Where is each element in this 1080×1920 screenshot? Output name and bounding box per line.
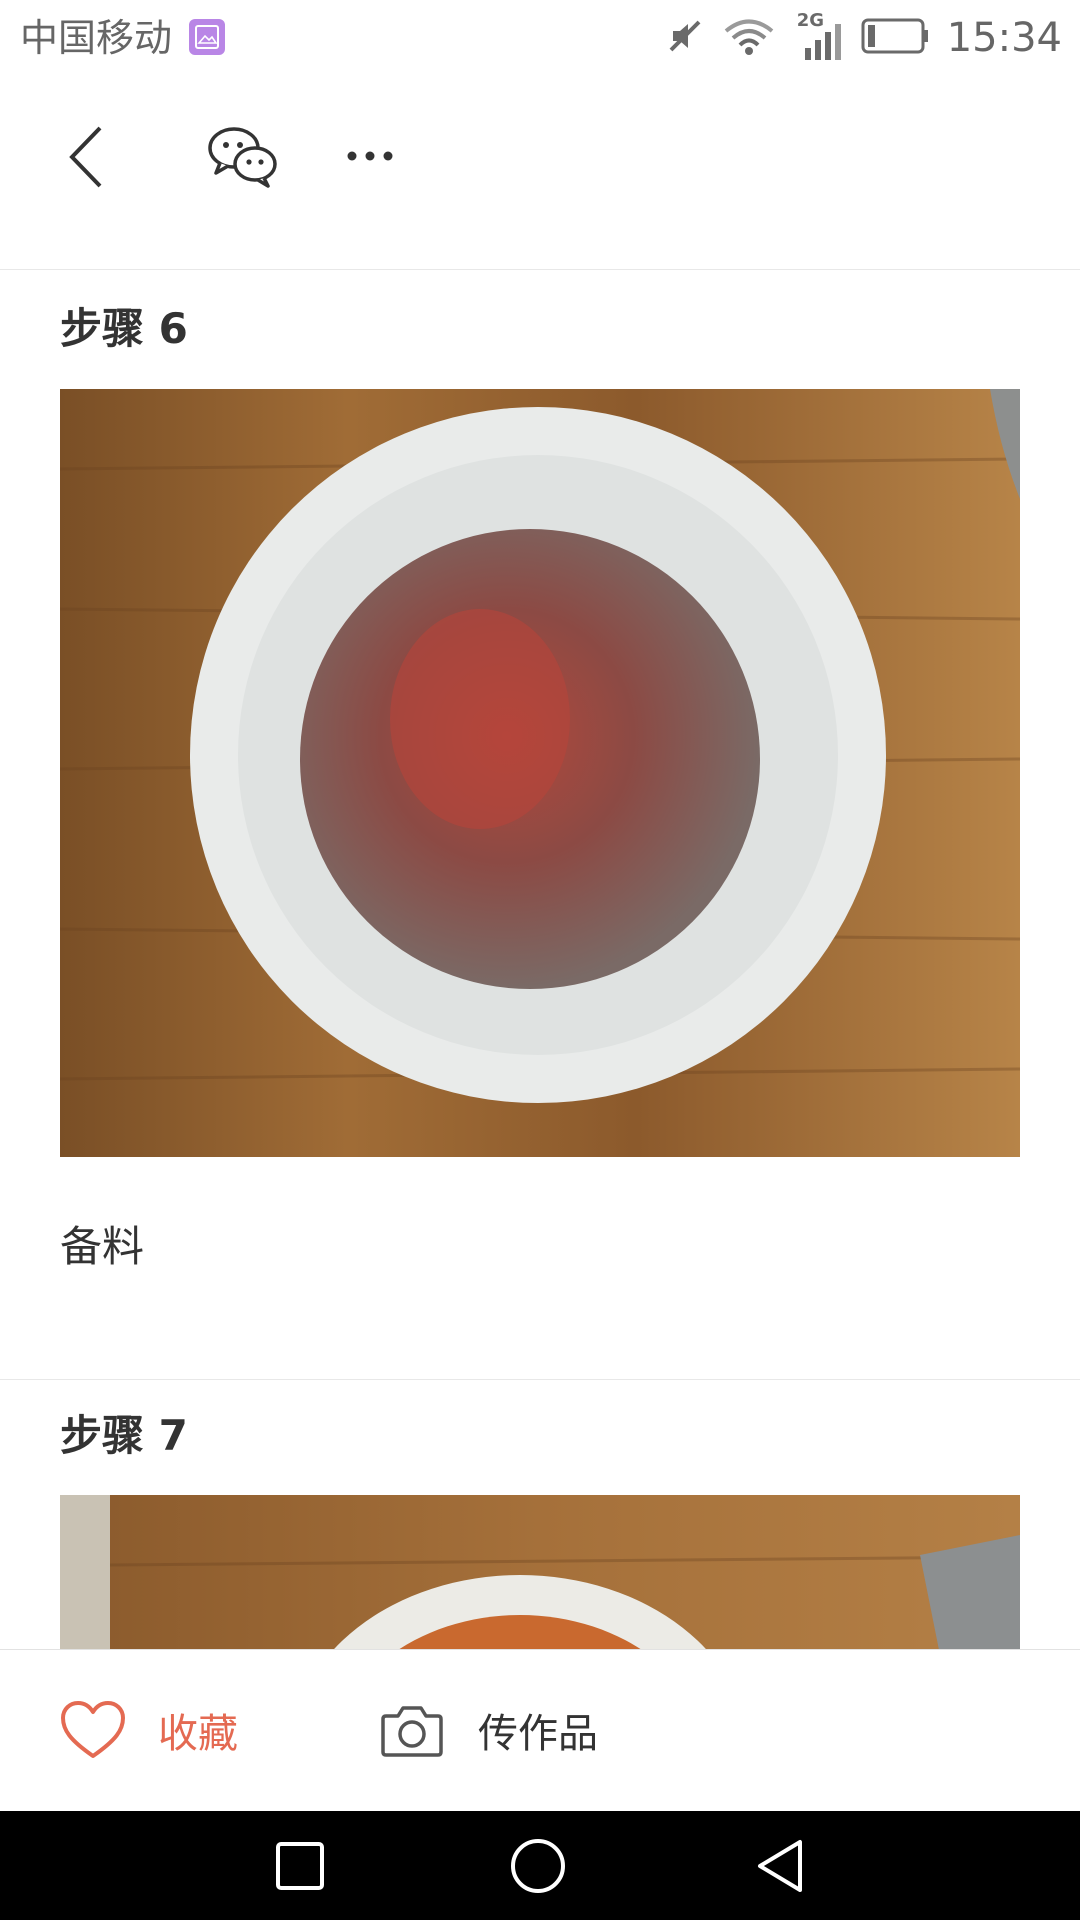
heart-icon	[61, 1701, 125, 1758]
app-header	[0, 76, 1080, 270]
status-icons: 2G 15:34	[665, 10, 1062, 64]
signal-icon: 2G	[793, 10, 843, 64]
back-triangle-icon	[758, 1840, 802, 1892]
step-card: 步骤 6 备料	[0, 271, 1080, 1380]
mute-icon	[665, 16, 705, 60]
upload-work-label: 传作品	[478, 1711, 598, 1757]
recent-apps-icon	[276, 1842, 324, 1890]
wechat-share-button[interactable]	[206, 124, 280, 188]
back-arrow-icon	[69, 126, 102, 188]
carrier-name: 中国移动	[20, 16, 173, 60]
status-bar: 中国移动 2G 15:34	[0, 0, 1080, 76]
step-description: 备料	[60, 1222, 145, 1271]
home-icon	[511, 1839, 565, 1893]
gallery-icon	[189, 19, 225, 55]
battery-icon	[861, 18, 929, 58]
recipe-steps: 步骤 6 备料 步骤 7	[0, 271, 1080, 1649]
favorite-button[interactable]: 收藏	[60, 1690, 238, 1770]
upload-work-button[interactable]: 传作品	[380, 1690, 598, 1770]
camera-icon	[381, 1706, 443, 1757]
wechat-icon	[208, 127, 277, 188]
step-title: 步骤 6	[60, 304, 188, 353]
step-title: 步骤 7	[60, 1411, 188, 1460]
wifi-icon	[723, 16, 775, 60]
recent-apps-button[interactable]	[272, 1838, 328, 1894]
step-photo[interactable]	[60, 389, 1020, 1157]
more-icon	[347, 151, 393, 161]
system-back-button[interactable]	[752, 1838, 808, 1894]
favorite-label: 收藏	[158, 1711, 238, 1757]
back-button[interactable]	[64, 122, 114, 192]
step-photo[interactable]	[60, 1495, 1020, 1649]
action-bar: 收藏 传作品	[0, 1649, 1080, 1811]
system-navigation-bar	[0, 1811, 1080, 1920]
step-card: 步骤 7	[0, 1380, 1080, 1649]
home-button[interactable]	[510, 1838, 566, 1894]
more-button[interactable]	[340, 136, 400, 176]
clock: 15:34	[946, 15, 1062, 61]
